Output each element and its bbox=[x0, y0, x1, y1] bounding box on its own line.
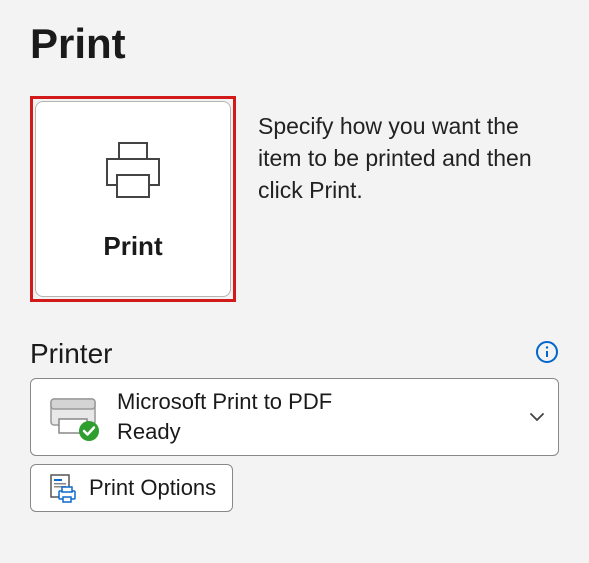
print-button[interactable]: Print bbox=[35, 101, 231, 297]
info-icon[interactable] bbox=[535, 340, 559, 364]
highlight-box: Print bbox=[30, 96, 236, 302]
print-options-label: Print Options bbox=[89, 475, 216, 501]
print-options-icon bbox=[47, 473, 77, 503]
page-title: Print bbox=[30, 20, 559, 68]
printer-icon bbox=[97, 137, 169, 209]
printer-header-row: Printer bbox=[30, 338, 559, 370]
chevron-down-icon bbox=[530, 409, 544, 425]
printer-device-icon bbox=[45, 389, 101, 445]
top-row: Print Specify how you want the item to b… bbox=[30, 96, 559, 302]
printer-text: Microsoft Print to PDF Ready bbox=[117, 389, 514, 445]
print-button-label: Print bbox=[103, 231, 162, 262]
print-options-button[interactable]: Print Options bbox=[30, 464, 233, 512]
print-description: Specify how you want the item to be prin… bbox=[258, 96, 548, 302]
printer-heading: Printer bbox=[30, 338, 112, 370]
printer-dropdown[interactable]: Microsoft Print to PDF Ready bbox=[30, 378, 559, 456]
printer-section: Printer Microsoft Print to PDF Ready bbox=[30, 338, 559, 512]
printer-name: Microsoft Print to PDF bbox=[117, 389, 514, 415]
printer-status: Ready bbox=[117, 419, 514, 445]
